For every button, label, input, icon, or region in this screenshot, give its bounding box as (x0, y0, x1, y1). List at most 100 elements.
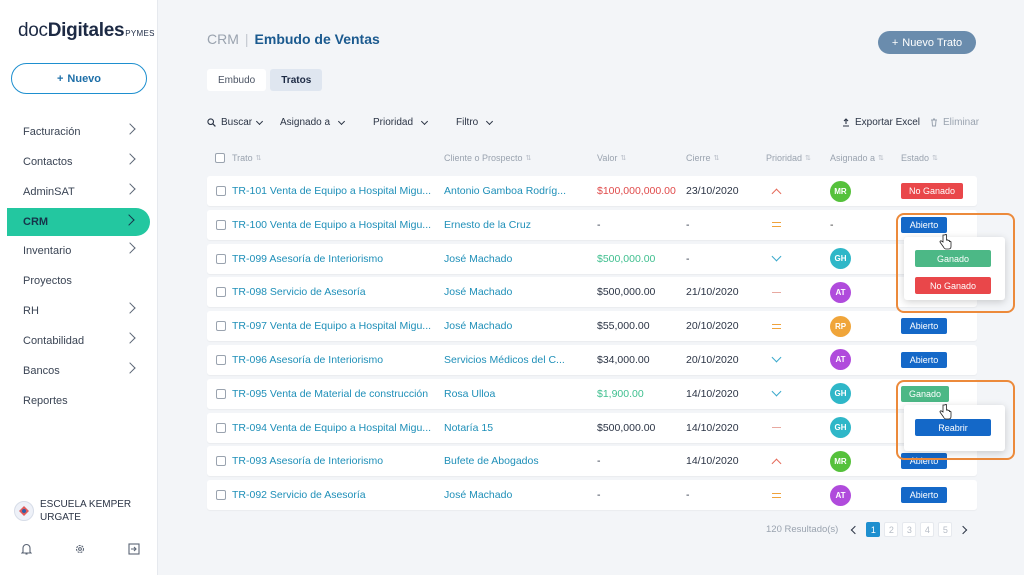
deal-link[interactable]: TR-093 Asesoría de Interiorismo (232, 446, 432, 476)
sidebar-item-facturaci-n[interactable]: Facturación (0, 117, 158, 147)
select-all-checkbox[interactable] (215, 153, 225, 163)
assigned-dropdown[interactable]: Asignado a (280, 117, 346, 128)
reopen-button[interactable]: Reabrir (915, 419, 991, 436)
deal-link[interactable]: TR-099 Asesoría de Interiorismo (232, 244, 432, 274)
client-link[interactable]: José Machado (444, 311, 576, 341)
avatar[interactable]: GH (830, 248, 851, 270)
table-row[interactable]: TR-098 Servicio de Asesoría José Machado $… (207, 277, 977, 308)
sidebar-item-contabilidad[interactable]: Contabilidad (0, 326, 158, 356)
row-checkbox[interactable] (216, 422, 226, 433)
header-prioridad[interactable]: Prioridad ⇅ (766, 153, 811, 163)
row-checkbox[interactable] (216, 253, 226, 264)
table-row[interactable]: TR-092 Servicio de Asesoría José Machado -… (207, 480, 977, 511)
status-badge[interactable]: Abierto (901, 487, 947, 504)
table-row[interactable]: TR-101 Venta de Equipo a Hospital Migu..… (207, 176, 977, 206)
header-cierre-label: Cierre (686, 153, 711, 163)
avatar[interactable]: GH (830, 417, 851, 439)
row-checkbox[interactable] (216, 490, 226, 501)
new-deal-button[interactable]: + Nuevo Trato (878, 31, 976, 54)
page-button[interactable]: 2 (884, 522, 899, 537)
header-trato[interactable]: Trato ⇅ (232, 153, 262, 163)
mark-won-button[interactable]: Ganado (915, 250, 991, 267)
client-link[interactable]: Ernesto de la Cruz (444, 210, 576, 240)
row-checkbox[interactable] (216, 354, 226, 365)
row-checkbox[interactable] (216, 456, 226, 467)
page-button[interactable]: 1 (866, 522, 881, 537)
deal-link[interactable]: TR-096 Asesoría de Interiorismo (232, 345, 432, 375)
mark-lost-button[interactable]: No Ganado (915, 277, 991, 294)
tab-embudo[interactable]: Embudo (207, 69, 267, 91)
export-excel-button[interactable]: Exportar Excel (842, 117, 920, 128)
deal-link[interactable]: TR-092 Servicio de Asesoría (232, 480, 432, 510)
table-row[interactable]: TR-095 Venta de Material de construcción… (207, 378, 977, 409)
tab-tratos[interactable]: Tratos (270, 69, 323, 91)
search-dropdown[interactable]: Buscar (207, 117, 264, 128)
avatar[interactable]: AT (830, 349, 851, 371)
sidebar-item-inventario[interactable]: Inventario (0, 236, 158, 266)
page-button[interactable]: 4 (920, 522, 935, 537)
table-row[interactable]: TR-094 Venta de Equipo a Hospital Migu..… (207, 412, 977, 443)
avatar[interactable]: MR (830, 450, 851, 472)
status-badge[interactable]: No Ganado (901, 183, 964, 199)
deal-link[interactable]: TR-098 Servicio de Asesoría (232, 277, 432, 307)
deal-link[interactable]: TR-097 Venta de Equipo a Hospital Migu..… (232, 311, 432, 341)
sidebar-item-bancos[interactable]: Bancos (0, 356, 158, 386)
avatar[interactable]: AT (830, 281, 851, 303)
row-checkbox[interactable] (216, 186, 226, 196)
header-cierre[interactable]: Cierre ⇅ (686, 153, 719, 163)
bell-icon[interactable] (20, 543, 32, 555)
deal-link[interactable]: TR-101 Venta de Equipo a Hospital Migu..… (232, 176, 432, 206)
table-row[interactable]: TR-099 Asesoría de Interiorismo José Mach… (207, 243, 977, 274)
deal-link[interactable]: TR-100 Venta de Equipo a Hospital Migu..… (232, 210, 432, 240)
avatar[interactable]: RP (830, 315, 851, 337)
row-checkbox[interactable] (216, 287, 226, 298)
row-checkbox[interactable] (216, 219, 226, 230)
sidebar-item-label: Contactos (23, 156, 73, 168)
new-button[interactable]: + Nuevo (11, 63, 147, 94)
prev-page-button[interactable] (848, 522, 862, 537)
logout-icon[interactable] (128, 543, 140, 555)
sidebar-item-proyectos[interactable]: Proyectos (0, 266, 158, 296)
client-link[interactable]: José Machado (444, 244, 576, 274)
avatar[interactable]: AT (830, 484, 851, 506)
table-row[interactable]: TR-097 Venta de Equipo a Hospital Migu..… (207, 311, 977, 342)
delete-button[interactable]: Eliminar (930, 117, 979, 128)
table-row[interactable]: TR-100 Venta de Equipo a Hospital Migu..… (207, 209, 977, 240)
row-checkbox[interactable] (216, 388, 226, 399)
sidebar-item-adminsat[interactable]: AdminSAT (0, 177, 158, 207)
deal-link[interactable]: TR-094 Venta de Equipo a Hospital Migu..… (232, 413, 432, 443)
header-estado[interactable]: Estado ⇅ (901, 153, 938, 163)
sidebar-item-rh[interactable]: RH (0, 296, 158, 326)
sidebar-item-crm[interactable]: CRM (7, 208, 150, 236)
status-badge[interactable]: Abierto (901, 318, 947, 335)
gear-icon[interactable] (74, 543, 86, 555)
client-link[interactable]: Bufete de Abogados (444, 446, 576, 476)
page-button[interactable]: 3 (902, 522, 917, 537)
header-asignado[interactable]: Asignado a ⇅ (830, 153, 884, 163)
page-button[interactable]: 5 (938, 522, 953, 537)
table-row[interactable]: TR-096 Asesoría de Interiorismo Servicios… (207, 344, 977, 375)
close-date: 20/10/2020 (686, 320, 739, 333)
status-badge[interactable]: Abierto (901, 351, 947, 368)
header-valor[interactable]: Valor ⇅ (597, 153, 626, 163)
app-logo[interactable]: docDigitalesPYMES (18, 20, 155, 42)
avatar[interactable]: GH (830, 383, 851, 405)
breadcrumb-root[interactable]: CRM (207, 31, 239, 47)
table-row[interactable]: TR-093 Asesoría de Interiorismo Bufete de… (207, 446, 977, 477)
row-checkbox[interactable] (216, 321, 226, 332)
sidebar-item-contactos[interactable]: Contactos (0, 147, 158, 177)
client-link[interactable]: Notaría 15 (444, 413, 576, 443)
client-link[interactable]: José Machado (444, 480, 576, 510)
deal-link[interactable]: TR-095 Venta de Material de construcción (232, 379, 432, 409)
avatar[interactable]: MR (830, 180, 851, 202)
client-link[interactable]: Antonio Gamboa Rodríg... (444, 176, 576, 206)
header-cliente[interactable]: Cliente o Prospecto ⇅ (444, 153, 531, 163)
client-link[interactable]: Rosa Ulloa (444, 379, 576, 409)
organization[interactable]: ESCUELA KEMPER URGATE (14, 498, 131, 524)
sidebar-item-reportes[interactable]: Reportes (0, 386, 158, 416)
next-page-button[interactable] (956, 522, 970, 537)
client-link[interactable]: Servicios Médicos del C... (444, 345, 576, 375)
client-link[interactable]: José Machado (444, 277, 576, 307)
filter-dropdown[interactable]: Filtro (456, 117, 494, 128)
priority-dropdown[interactable]: Prioridad (373, 117, 429, 128)
